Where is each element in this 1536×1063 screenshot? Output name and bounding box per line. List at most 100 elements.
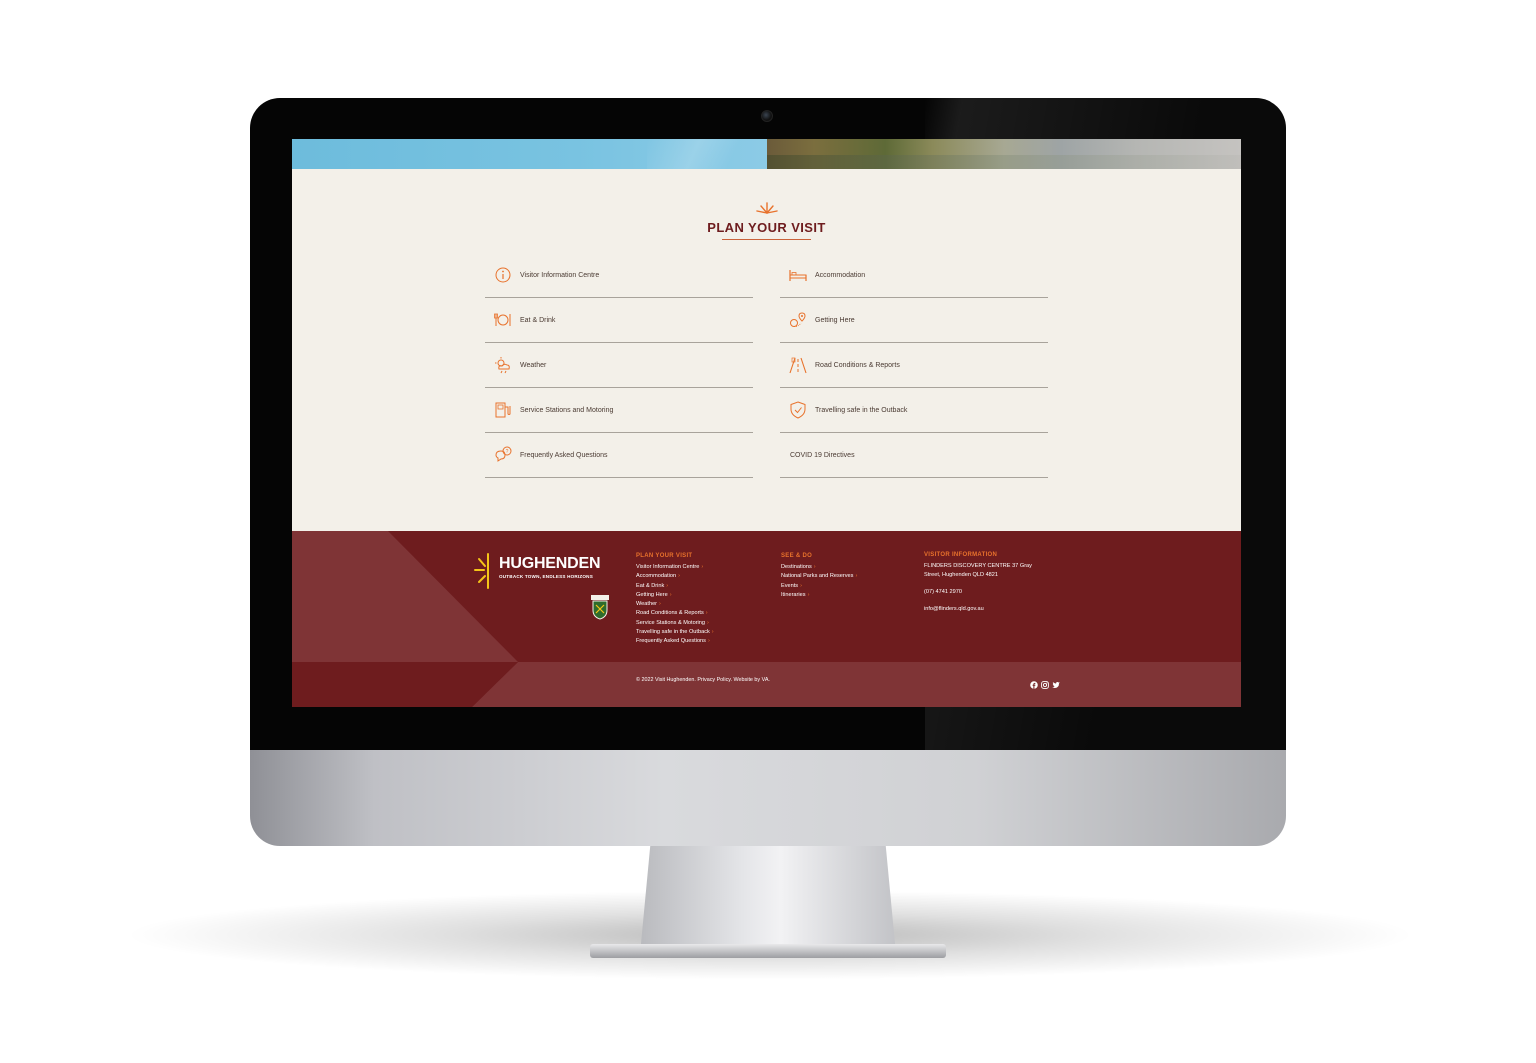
footer-link-label: Frequently Asked Questions bbox=[636, 638, 706, 645]
footer-plan-column: PLAN YOUR VISIT Visitor Information Cent… bbox=[636, 553, 714, 647]
footer-phone-link[interactable]: (07) 4741 2970 bbox=[924, 588, 1032, 597]
plan-link-label: Visitor Information Centre bbox=[520, 271, 600, 279]
footer-link[interactable]: Accommodation › bbox=[636, 572, 714, 581]
footer-link-label: Accommodation bbox=[636, 573, 677, 580]
twitter-icon[interactable] bbox=[1052, 681, 1060, 689]
footer-link[interactable]: Weather › bbox=[636, 600, 714, 609]
chevron-right-icon: › bbox=[669, 591, 672, 598]
plan-link-label: Frequently Asked Questions bbox=[520, 451, 608, 459]
footer-link-label: Events bbox=[781, 582, 799, 589]
footer-link-label: Visitor Information Centre bbox=[636, 564, 700, 570]
footer-link[interactable]: Itineraries › bbox=[781, 591, 857, 600]
plan-link-label: Accommodation bbox=[815, 271, 866, 279]
plan-your-visit-section: PLAN YOUR VISIT Visitor Information Cent… bbox=[292, 169, 1241, 531]
footer-link-label: Service Stations & Motoring bbox=[636, 619, 706, 626]
footer-see-do-column: SEE & DO Destinations › National Parks an… bbox=[781, 553, 857, 600]
chevron-right-icon: › bbox=[666, 582, 669, 589]
faq-icon: ? bbox=[495, 446, 512, 462]
plan-link-faq[interactable]: ? Frequently Asked Questions bbox=[485, 433, 753, 478]
footer-visitor-heading: VISITOR INFORMATION bbox=[924, 552, 998, 558]
plan-link-service-stations[interactable]: Service Stations and Motoring bbox=[485, 388, 753, 433]
facebook-icon[interactable] bbox=[1030, 681, 1038, 689]
footer-link[interactable]: Road Conditions & Reports › bbox=[636, 609, 714, 618]
footer-link-label: Getting Here bbox=[636, 591, 668, 598]
weather-icon bbox=[495, 357, 510, 374]
chevron-right-icon: › bbox=[705, 610, 708, 617]
footer-link-label: National Parks and Reserves bbox=[781, 573, 854, 580]
plan-link-label: Getting Here bbox=[815, 316, 855, 324]
footer-link-label: Destinations bbox=[781, 564, 812, 570]
plan-link-label: COVID 19 Directives bbox=[790, 451, 855, 459]
road-icon bbox=[789, 357, 807, 374]
bed-icon bbox=[789, 270, 807, 281]
monitor-stand-base bbox=[590, 944, 946, 958]
logo-name: HUGHENDEN bbox=[499, 555, 601, 572]
footer-link-label: Itineraries bbox=[781, 591, 806, 598]
footer-link[interactable]: Eat & Drink › bbox=[636, 582, 714, 591]
chevron-right-icon: › bbox=[707, 619, 709, 626]
chevron-right-icon: › bbox=[701, 564, 704, 570]
plan-link-eat-drink[interactable]: Eat & Drink bbox=[485, 298, 753, 343]
section-title: PLAN YOUR VISIT bbox=[707, 220, 826, 235]
info-icon bbox=[495, 267, 511, 283]
footer-address-line: FLINDERS DISCOVERY CENTRE 37 Gray bbox=[924, 563, 1032, 569]
plan-link-getting-here[interactable]: Getting Here bbox=[780, 298, 1048, 343]
chevron-right-icon: › bbox=[659, 601, 661, 608]
sunburst-icon bbox=[756, 202, 778, 214]
website-screen: PLAN YOUR VISIT Visitor Information Cent… bbox=[292, 139, 1241, 707]
footer-link[interactable]: Getting Here › bbox=[636, 591, 714, 600]
plan-link-label: Weather bbox=[520, 361, 547, 369]
plan-link-accommodation[interactable]: Accommodation bbox=[780, 253, 1048, 298]
logo-tagline: OUTBACK TOWN, ENDLESS HORIZONS bbox=[499, 574, 593, 579]
title-underline bbox=[722, 239, 811, 240]
footer-link[interactable]: Visitor Information Centre › bbox=[636, 563, 714, 572]
plan-link-road-conditions[interactable]: Road Conditions & Reports bbox=[780, 343, 1048, 388]
chevron-right-icon: › bbox=[807, 591, 810, 598]
footer-link[interactable]: Events › bbox=[781, 582, 857, 591]
footer-link-label: Eat & Drink bbox=[636, 582, 665, 589]
chevron-right-icon: › bbox=[813, 564, 816, 570]
footer-link[interactable]: Service Stations & Motoring › bbox=[636, 619, 714, 628]
monitor-mockup: PLAN YOUR VISIT Visitor Information Cent… bbox=[0, 0, 1536, 1063]
camera-icon bbox=[761, 110, 773, 122]
site-footer: HUGHENDEN OUTBACK TOWN, ENDLESS HORIZONS… bbox=[292, 531, 1241, 707]
copyright-text: © 2022 Visit Hughenden. Privacy Policy. … bbox=[636, 677, 770, 683]
footer-visitor-column: VISITOR INFORMATION FLINDERS DISCOVERY C… bbox=[924, 552, 1032, 614]
footer-address-line: Street, Hughenden QLD 4821 bbox=[924, 572, 999, 578]
map-pin-icon bbox=[790, 312, 806, 327]
footer-email-link[interactable]: info@flinders.qld.gov.au bbox=[924, 605, 1032, 614]
footer-link-label: Weather bbox=[636, 601, 658, 608]
footer-link-label: Road Conditions & Reports bbox=[636, 610, 704, 617]
chevron-right-icon: › bbox=[707, 638, 710, 645]
footer-link[interactable]: National Parks and Reserves › bbox=[781, 572, 857, 581]
monitor-chin bbox=[250, 748, 1286, 846]
footer-link-label: Travelling safe in the Outback bbox=[636, 629, 710, 636]
footer-link[interactable]: Frequently Asked Questions › bbox=[636, 637, 714, 646]
chevron-right-icon: › bbox=[678, 573, 680, 580]
shire-crest-icon bbox=[591, 595, 609, 620]
chevron-right-icon: › bbox=[711, 629, 714, 636]
fuel-pump-icon bbox=[495, 402, 511, 418]
plan-link-label: Eat & Drink bbox=[520, 316, 556, 324]
footer-plan-heading: PLAN YOUR VISIT bbox=[636, 553, 693, 559]
social-links bbox=[1030, 681, 1060, 689]
plan-link-covid[interactable]: COVID 19 Directives bbox=[780, 433, 1048, 478]
plan-link-label: Road Conditions & Reports bbox=[815, 361, 900, 369]
plan-link-label: Travelling safe in the Outback bbox=[815, 406, 908, 414]
footer-link[interactable]: Destinations › bbox=[781, 563, 857, 572]
plan-link-label: Service Stations and Motoring bbox=[520, 406, 614, 414]
plan-link-visitor-information[interactable]: Visitor Information Centre bbox=[485, 253, 753, 298]
plan-link-travelling-safe[interactable]: Travelling safe in the Outback bbox=[780, 388, 1048, 433]
monitor-stand bbox=[640, 846, 896, 954]
cutlery-icon bbox=[494, 313, 511, 326]
hero-sky bbox=[292, 139, 767, 169]
footer-link[interactable]: Travelling safe in the Outback › bbox=[636, 628, 714, 637]
hero-photo bbox=[767, 139, 1241, 169]
plan-link-weather[interactable]: Weather bbox=[485, 343, 753, 388]
hero-banner bbox=[292, 139, 1241, 169]
footer-see-heading: SEE & DO bbox=[781, 553, 813, 559]
instagram-icon[interactable] bbox=[1041, 681, 1049, 689]
chevron-right-icon: › bbox=[855, 573, 858, 580]
